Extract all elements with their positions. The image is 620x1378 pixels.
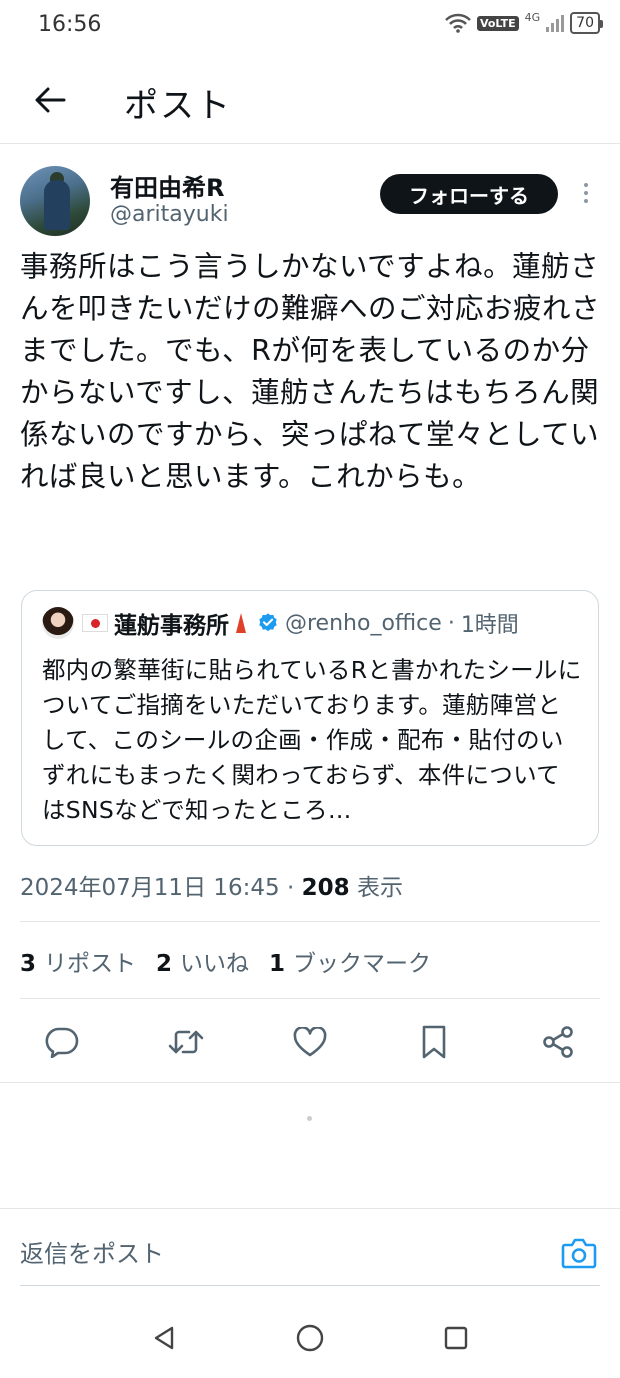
post-timestamp[interactable]: 2024年07月11日 16:45 xyxy=(20,875,280,901)
nav-back-button[interactable] xyxy=(142,1318,186,1358)
circle-home-icon xyxy=(296,1324,324,1352)
divider xyxy=(0,1208,620,1209)
like-icon xyxy=(293,1027,327,1057)
post-author: 有田由希R @aritayuki フォローする xyxy=(20,162,600,238)
author-username[interactable]: @aritayuki xyxy=(110,202,229,227)
quoted-post-header: 蓮舫事務所 @renho_office · 1時間 xyxy=(42,607,582,639)
bookmark-button[interactable] xyxy=(410,1018,458,1066)
volte-badge: VoLTE xyxy=(476,15,519,31)
divider xyxy=(20,998,600,999)
post-text: 事務所はこう言うしかないですよね。蓮舫さんを叩きたいだけの難癖へのご対応お疲れさ… xyxy=(20,250,601,493)
repost-icon xyxy=(168,1030,204,1054)
separator-dot: · xyxy=(447,610,455,636)
camera-icon xyxy=(561,1238,597,1269)
quoted-avatar xyxy=(42,607,74,639)
reply-icon xyxy=(45,1027,79,1058)
tokyo-tower-icon xyxy=(233,611,249,635)
reply-button[interactable] xyxy=(38,1018,86,1066)
author-display-name[interactable]: 有田由希R xyxy=(110,168,224,203)
bookmarks-label: ブックマーク xyxy=(293,951,432,977)
divider xyxy=(20,1285,600,1286)
status-icons: VoLTE 4G 70 xyxy=(445,10,603,34)
quoted-post[interactable]: 蓮舫事務所 @renho_office · 1時間 都内の繁華街に貼られているR… xyxy=(21,590,599,846)
share-button[interactable] xyxy=(534,1018,582,1066)
bookmarks-count: 1 xyxy=(269,951,286,977)
views-label: 表示 xyxy=(356,875,403,901)
more-options-icon[interactable] xyxy=(576,178,596,208)
post-stats: 3 リポスト 2 いいね 1 ブックマーク xyxy=(20,944,431,978)
likes-stat[interactable]: 2 いいね xyxy=(156,944,249,978)
quoted-time: 1時間 xyxy=(460,613,519,638)
likes-count: 2 xyxy=(156,951,173,977)
reposts-count: 3 xyxy=(20,951,37,977)
post-meta: 2024年07月11日 16:45 · 208 表示 xyxy=(20,868,403,902)
meta-separator: · xyxy=(286,875,295,901)
views-count: 208 xyxy=(301,875,350,901)
triangle-back-icon xyxy=(154,1326,174,1350)
bookmarks-stat[interactable]: 1 ブックマーク xyxy=(269,944,431,978)
reposts-stat[interactable]: 3 リポスト xyxy=(20,944,136,978)
status-time: 16:56 xyxy=(38,12,102,37)
action-bar xyxy=(0,1018,620,1066)
status-bar: 16:56 VoLTE 4G 70 xyxy=(0,0,620,50)
reply-input[interactable] xyxy=(20,1232,540,1276)
nav-recents-button[interactable] xyxy=(434,1318,478,1358)
divider xyxy=(0,1082,620,1083)
bookmark-icon xyxy=(422,1025,446,1059)
japan-flag-icon xyxy=(82,614,108,632)
divider xyxy=(20,921,600,922)
repost-button[interactable] xyxy=(162,1018,210,1066)
signal-icon xyxy=(546,14,565,32)
loading-indicator xyxy=(307,1116,312,1121)
verified-badge-icon xyxy=(259,613,277,632)
camera-button[interactable] xyxy=(560,1234,598,1272)
quoted-username: @renho_office xyxy=(285,610,442,636)
network-type: 4G xyxy=(524,10,541,24)
nav-home-button[interactable] xyxy=(288,1318,332,1358)
wifi-icon xyxy=(445,13,471,33)
reposts-label: リポスト xyxy=(44,951,137,977)
battery-icon: 70 xyxy=(570,12,603,34)
share-icon xyxy=(543,1026,573,1058)
avatar[interactable] xyxy=(20,166,90,236)
quoted-display-name: 蓮舫事務所 xyxy=(114,613,229,639)
follow-button[interactable]: フォローする xyxy=(380,174,558,214)
like-button[interactable] xyxy=(286,1018,334,1066)
back-button[interactable] xyxy=(30,80,70,120)
quoted-post-text: 都内の繁華街に貼られているRと書かれたシールについてご指摘をいただいております。… xyxy=(42,656,582,824)
arrow-left-icon xyxy=(35,87,66,113)
page-title: ポスト xyxy=(124,86,232,126)
likes-label: いいね xyxy=(180,951,250,977)
square-recents-icon xyxy=(444,1326,468,1350)
page-header: ポスト xyxy=(0,60,620,144)
system-navigation-bar xyxy=(0,1300,620,1378)
